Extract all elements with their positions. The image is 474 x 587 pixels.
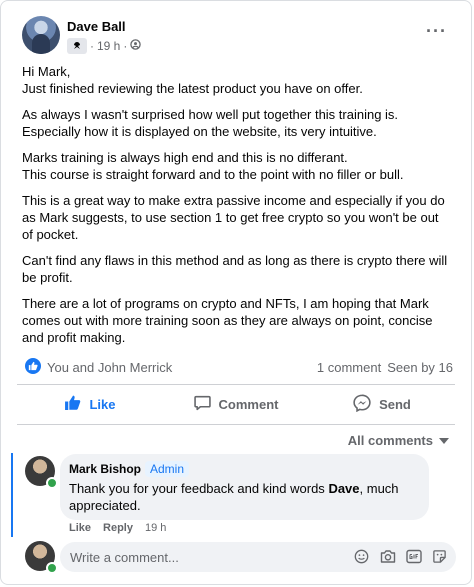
comment-bubble: Mark Bishop Admin Thank you for your fee… (60, 454, 429, 520)
commenter-name[interactable]: Mark Bishop (69, 462, 141, 476)
post-text: Hi Mark, Just finished reviewing the lat… (22, 63, 452, 355)
post-header: Dave Ball · 19 h · ··· (16, 13, 459, 59)
group-badge-icon (67, 38, 87, 54)
current-user-avatar (25, 541, 58, 574)
highlight-bar (11, 453, 13, 537)
post-paragraph: There are a lot of programs on crypto an… (22, 296, 433, 345)
comment-mention: Dave (328, 481, 360, 496)
meta-separator-2: · (123, 39, 128, 53)
comment-button[interactable]: Comment (163, 387, 309, 421)
post-card: Dave Ball · 19 h · ··· Hi Mark, Just fin… (0, 0, 472, 585)
engagement-counts: 1 comment Seen by 16 (317, 360, 453, 375)
divider (17, 424, 455, 425)
comment-reply-link[interactable]: Reply (103, 522, 133, 534)
more-options-button[interactable]: ··· (426, 21, 447, 42)
author-avatar[interactable] (22, 16, 60, 54)
reaction-summary: You and John Merrick 1 comment Seen by 1… (25, 356, 453, 378)
post-time[interactable]: 19 h (97, 39, 120, 53)
send-label: Send (379, 396, 411, 412)
online-status-indicator (46, 477, 58, 489)
thumbs-up-icon (64, 394, 81, 414)
comment-text: Thank you for your feedback and kind wor… (69, 480, 419, 514)
like-button[interactable]: Like (17, 387, 163, 421)
comment-bubble-icon (193, 394, 211, 414)
post-paragraph: Marks training is always high end and th… (22, 150, 404, 182)
comment-input[interactable]: Write a comment... (60, 542, 456, 572)
comment-text-part: Thank you for your feedback and kind wor… (69, 481, 329, 496)
comment-actions: Like Reply 19 h (69, 522, 166, 534)
post-paragraph: Hi Mark, Just finished reviewing the lat… (22, 64, 363, 96)
post-paragraph: This is a great way to make extra passiv… (22, 193, 445, 242)
meta-separator: · (90, 39, 94, 53)
commenter-avatar[interactable] (25, 456, 58, 489)
caret-down-icon (439, 433, 449, 448)
camera-icon[interactable] (379, 548, 396, 565)
post-paragraph: As always I wasn't surprised how well pu… (22, 107, 399, 139)
emoji-icon[interactable] (353, 548, 370, 565)
like-reaction-icon[interactable] (25, 358, 41, 374)
comment-filter-label: All comments (347, 433, 433, 448)
seen-count[interactable]: Seen by 16 (387, 360, 453, 375)
divider (17, 384, 455, 385)
gif-icon[interactable] (405, 548, 422, 565)
author-name[interactable]: Dave Ball (67, 19, 126, 34)
online-status-indicator (46, 562, 58, 574)
send-button[interactable]: Send (309, 387, 455, 421)
comment-like-link[interactable]: Like (69, 522, 91, 534)
comment-filter-dropdown[interactable]: All comments (348, 433, 449, 448)
messenger-icon (353, 394, 371, 415)
comment-count[interactable]: 1 comment (317, 360, 381, 375)
post-actions: Like Comment Send (17, 387, 455, 421)
sticker-icon[interactable] (431, 548, 448, 565)
comment-label: Comment (218, 396, 279, 412)
post-paragraph: Can't find any flaws in this method and … (22, 253, 448, 285)
like-label: Like (89, 396, 116, 412)
comment-time[interactable]: 19 h (145, 522, 166, 534)
admin-badge: Admin (145, 461, 190, 477)
audience-icon (130, 39, 142, 53)
comment-input-tools (353, 548, 448, 565)
post-meta: · 19 h · (67, 38, 142, 54)
reactors-text[interactable]: You and John Merrick (47, 360, 172, 375)
comment-input-placeholder: Write a comment... (70, 550, 179, 565)
